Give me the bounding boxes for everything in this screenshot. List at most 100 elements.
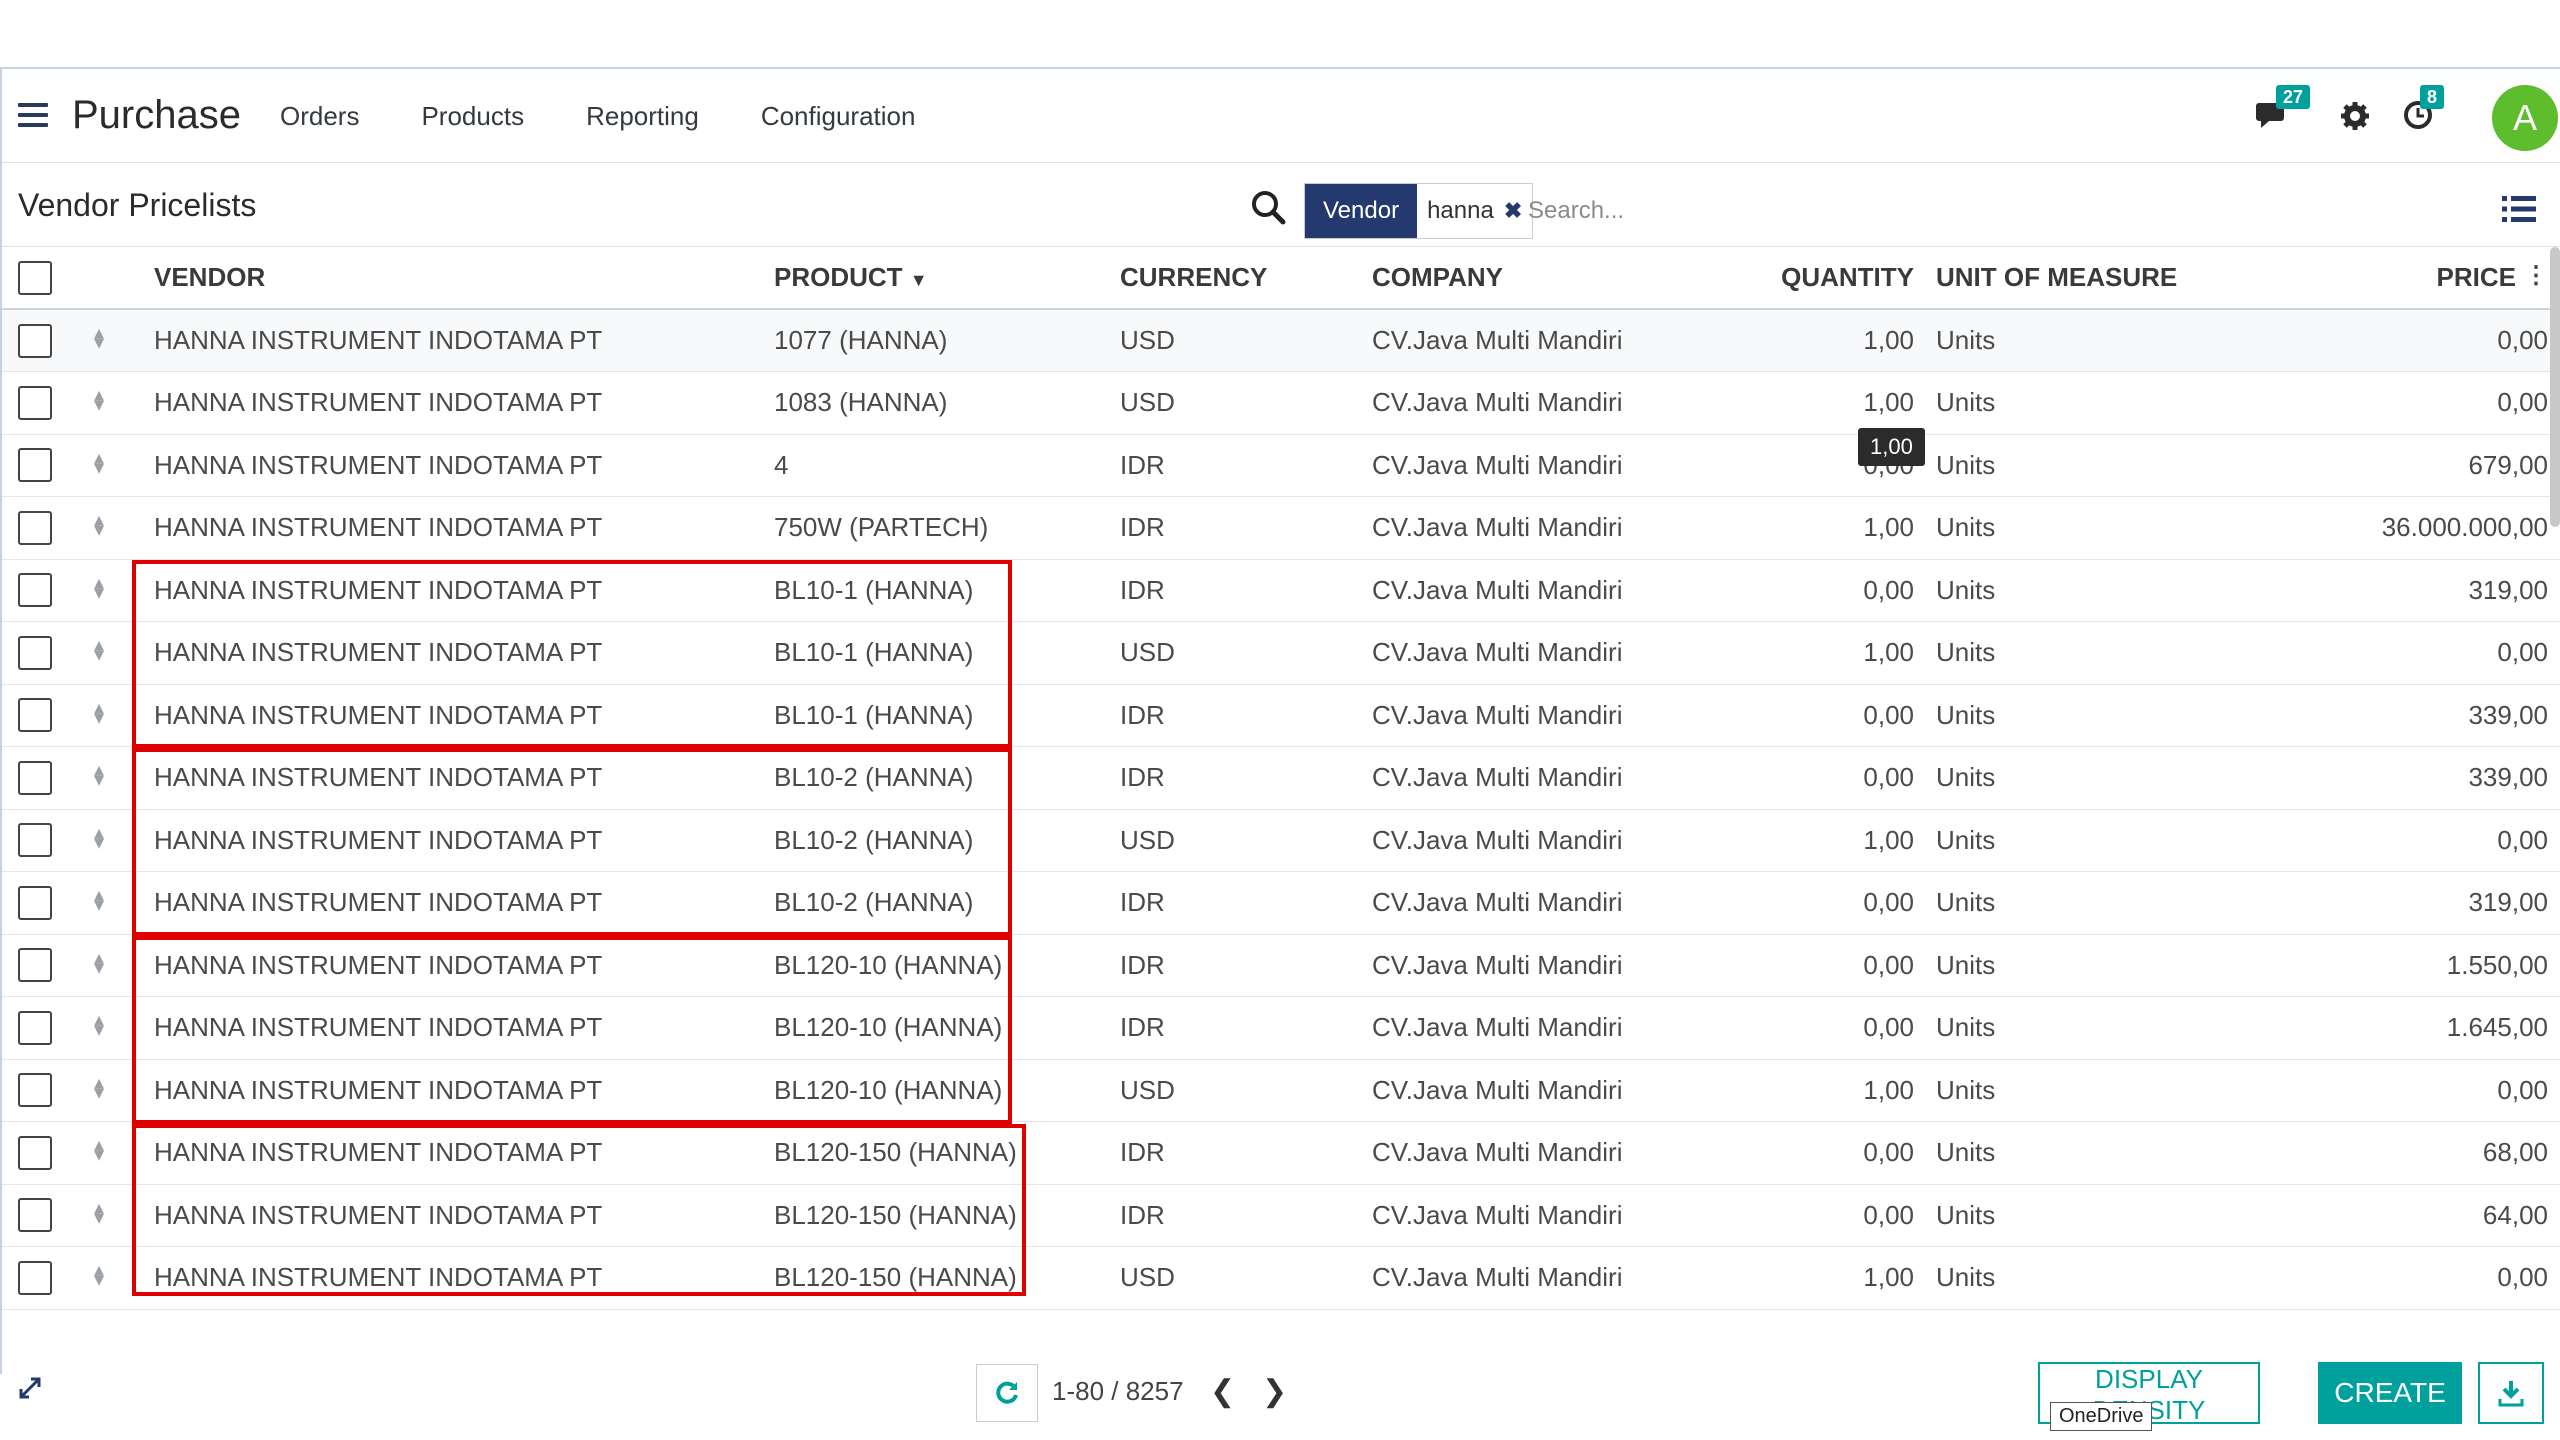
- control-panel: Vendor Pricelists Vendor hanna ✖: [2, 163, 2560, 247]
- drag-handle-icon[interactable]: ▴ ▾: [94, 823, 104, 853]
- cell-currency: USD: [1120, 309, 1372, 372]
- row-checkbox[interactable]: [18, 1010, 52, 1045]
- drag-handle-icon[interactable]: ▴ ▾: [94, 760, 104, 790]
- row-checkbox[interactable]: [18, 385, 52, 420]
- cell-vendor: HANNA INSTRUMENT INDOTAMA PT: [154, 1059, 774, 1122]
- pager-value[interactable]: 1-80 / 8257: [1052, 1376, 1184, 1407]
- menu-item-orders[interactable]: Orders: [280, 101, 359, 132]
- drag-handle-icon[interactable]: ▴ ▾: [94, 573, 104, 603]
- column-header-company[interactable]: COMPANY: [1372, 247, 1736, 310]
- search-icon[interactable]: [1250, 189, 1286, 230]
- facet-category: Vendor: [1305, 184, 1418, 238]
- table-row[interactable]: ▴ ▾ HANNA INSTRUMENT INDOTAMA PT 750W (PART…: [2, 496, 2560, 560]
- table-row[interactable]: ▴ ▾ HANNA INSTRUMENT INDOTAMA PT BL10-1 (HA…: [2, 684, 2560, 747]
- cell-currency: IDR: [1120, 1121, 1372, 1185]
- table-row[interactable]: ▴ ▾ HANNA INSTRUMENT INDOTAMA PT BL120-150 …: [2, 1246, 2560, 1310]
- row-checkbox[interactable]: [18, 635, 52, 670]
- drag-handle-icon[interactable]: ▴ ▾: [94, 1260, 104, 1290]
- table-row[interactable]: ▴ ▾ HANNA INSTRUMENT INDOTAMA PT BL10-2 (HA…: [2, 871, 2560, 935]
- row-checkbox[interactable]: [18, 1073, 52, 1108]
- table-row[interactable]: ▴ ▾ HANNA INSTRUMENT INDOTAMA PT 4 IDR CV.Jav…: [2, 434, 2560, 497]
- column-header-uom[interactable]: UNIT OF MEASURE: [1936, 247, 2256, 310]
- cell-product: 1077 (HANNA): [774, 309, 1120, 372]
- drag-handle-icon[interactable]: ▴ ▾: [94, 510, 104, 540]
- row-checkbox[interactable]: [18, 760, 52, 795]
- cell-product: BL10-1 (HANNA): [774, 621, 1120, 685]
- table-row[interactable]: ▴ ▾ HANNA INSTRUMENT INDOTAMA PT BL120-150 …: [2, 1184, 2560, 1247]
- menu-item-reporting[interactable]: Reporting: [586, 101, 699, 132]
- column-header-currency[interactable]: CURRENCY: [1120, 247, 1372, 310]
- table-row[interactable]: ▴ ▾ HANNA INSTRUMENT INDOTAMA PT 1077 (HANN…: [2, 309, 2560, 372]
- drag-handle-icon[interactable]: ▴ ▾: [94, 448, 104, 478]
- app-title[interactable]: Purchase: [72, 93, 241, 138]
- vertical-scrollbar[interactable]: [2550, 247, 2560, 527]
- menu-item-configuration[interactable]: Configuration: [761, 101, 916, 132]
- row-checkbox[interactable]: [18, 1198, 52, 1233]
- user-avatar[interactable]: A: [2492, 85, 2558, 151]
- refresh-button[interactable]: [976, 1364, 1038, 1422]
- drag-handle-icon[interactable]: ▴ ▾: [94, 948, 104, 978]
- activity-clock-icon[interactable]: 8: [2402, 85, 2445, 136]
- table-row[interactable]: ▴ ▾ HANNA INSTRUMENT INDOTAMA PT BL120-10 (…: [2, 996, 2560, 1060]
- drag-handle-icon[interactable]: ▴ ▾: [94, 698, 104, 728]
- gear-icon[interactable]: [2340, 101, 2370, 136]
- row-checkbox[interactable]: [18, 885, 52, 920]
- table-row[interactable]: ▴ ▾ HANNA INSTRUMENT INDOTAMA PT BL120-10 (…: [2, 934, 2560, 997]
- pager-previous-icon[interactable]: ❮: [1210, 1374, 1235, 1409]
- cell-price: 0,00: [2256, 621, 2560, 685]
- cell-company: CV.Java Multi Mandiri: [1372, 934, 1736, 997]
- table-row[interactable]: ▴ ▾ HANNA INSTRUMENT INDOTAMA PT BL10-2 (HA…: [2, 746, 2560, 810]
- table-row[interactable]: ▴ ▾ HANNA INSTRUMENT INDOTAMA PT BL120-10 (…: [2, 1059, 2560, 1122]
- drag-handle-icon[interactable]: ▴ ▾: [94, 635, 104, 665]
- cell-product: BL10-2 (HANNA): [774, 871, 1120, 935]
- cell-company: CV.Java Multi Mandiri: [1372, 1121, 1736, 1185]
- list-view-icon[interactable]: [2502, 195, 2536, 228]
- drag-handle-icon[interactable]: ▴ ▾: [94, 1135, 104, 1165]
- table-header-row: VENDOR PRODUCT ▼ CURRENCY COMPANY QUANTI…: [2, 247, 2560, 310]
- export-button[interactable]: [2478, 1362, 2544, 1424]
- drag-handle-icon[interactable]: ▴ ▾: [94, 885, 104, 915]
- facet-remove-icon[interactable]: ✖: [1504, 184, 1522, 238]
- menu-item-products[interactable]: Products: [421, 101, 524, 132]
- cell-currency: USD: [1120, 809, 1372, 872]
- pager-next-icon[interactable]: ❯: [1262, 1374, 1287, 1409]
- drag-handle-icon[interactable]: ▴ ▾: [94, 1198, 104, 1228]
- cell-uom: Units: [1936, 934, 2256, 997]
- column-header-price[interactable]: PRICE ⋮: [2256, 247, 2560, 310]
- create-button[interactable]: CREATE: [2318, 1362, 2462, 1424]
- select-all-checkbox[interactable]: [18, 260, 52, 295]
- facet-value: hanna: [1427, 197, 1494, 224]
- table-row[interactable]: ▴ ▾ HANNA INSTRUMENT INDOTAMA PT BL10-1 (HA…: [2, 621, 2560, 685]
- drag-handle-icon[interactable]: ▴ ▾: [94, 323, 104, 353]
- column-header-product[interactable]: PRODUCT ▼: [774, 247, 1120, 310]
- expand-icon[interactable]: [18, 1376, 42, 1405]
- row-checkbox[interactable]: [18, 1135, 52, 1170]
- row-checkbox[interactable]: [18, 948, 52, 983]
- cell-product: BL120-150 (HANNA): [774, 1184, 1120, 1247]
- chat-icon[interactable]: 27: [2256, 85, 2311, 136]
- row-checkbox[interactable]: [18, 698, 52, 733]
- menu-icon[interactable]: [18, 103, 48, 127]
- row-checkbox[interactable]: [18, 323, 52, 358]
- table-row[interactable]: ▴ ▾ HANNA INSTRUMENT INDOTAMA PT BL10-1 (HA…: [2, 559, 2560, 622]
- row-checkbox[interactable]: [18, 823, 52, 858]
- optional-columns-icon[interactable]: ⋮: [2524, 261, 2548, 290]
- cell-currency: IDR: [1120, 746, 1372, 810]
- column-header-vendor[interactable]: VENDOR: [154, 247, 774, 310]
- table-row[interactable]: ▴ ▾ HANNA INSTRUMENT INDOTAMA PT 1083 (HANN…: [2, 371, 2560, 435]
- drag-handle-icon[interactable]: ▴ ▾: [94, 1073, 104, 1103]
- drag-handle-icon[interactable]: ▴ ▾: [94, 1010, 104, 1040]
- cell-vendor: HANNA INSTRUMENT INDOTAMA PT: [154, 1184, 774, 1247]
- cell-uom: Units: [1936, 871, 2256, 935]
- search-input[interactable]: [1528, 187, 2428, 235]
- table-row[interactable]: ▴ ▾ HANNA INSTRUMENT INDOTAMA PT BL10-2 (HA…: [2, 809, 2560, 872]
- cell-quantity: 1,00: [1736, 1059, 1914, 1122]
- row-checkbox[interactable]: [18, 510, 52, 545]
- row-checkbox[interactable]: [18, 448, 52, 483]
- drag-handle-icon[interactable]: ▴ ▾: [94, 385, 104, 415]
- row-checkbox[interactable]: [18, 573, 52, 608]
- cell-uom: Units: [1936, 996, 2256, 1060]
- row-checkbox[interactable]: [18, 1260, 52, 1295]
- table-row[interactable]: ▴ ▾ HANNA INSTRUMENT INDOTAMA PT BL120-150 …: [2, 1121, 2560, 1185]
- column-header-quantity[interactable]: QUANTITY: [1736, 247, 1914, 310]
